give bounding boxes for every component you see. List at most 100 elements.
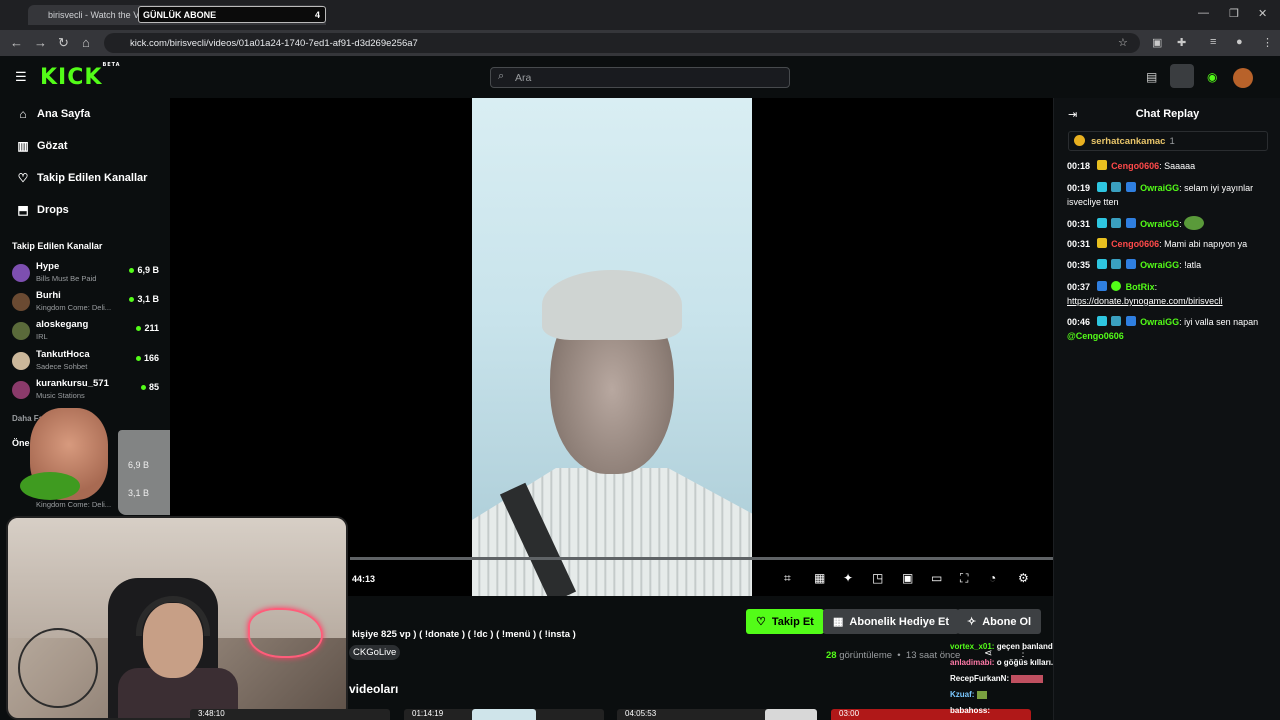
chat-message: 00:37 BotRix: https://donate.bynogame.co…: [1067, 280, 1272, 308]
status-icon[interactable]: ◉: [1207, 70, 1217, 84]
channel-item-tankuthoca[interactable]: TankutHoca Sadece Sohbet 166: [12, 348, 162, 374]
channel-category: Bills Must Be Paid: [36, 274, 97, 283]
channel-item-hype[interactable]: Hype Bills Must Be Paid 6,9 B: [12, 260, 162, 286]
extensions-icon[interactable]: ✚: [1177, 36, 1186, 49]
subscribe-label: Abone Ol: [982, 615, 1032, 628]
message-time: 00:46: [1067, 317, 1091, 327]
chat-message: 00:35 OwraiGG: !atla: [1067, 258, 1272, 272]
message-user[interactable]: OwraiGG: [1140, 219, 1179, 229]
channel-item-burhi[interactable]: Burhi Kingdom Come: Deli... 3,1 B: [12, 289, 162, 315]
donate-link[interactable]: https://donate.bynogame.com/birisvecli: [1067, 296, 1223, 306]
url-field[interactable]: kick.com/birisvecli/videos/01a01a24-1740…: [104, 33, 1140, 53]
channel-item-kurankursu[interactable]: kurankursu_571 Music Stations 85: [12, 377, 162, 403]
message-text: : !atla: [1179, 260, 1202, 270]
reload-icon[interactable]: ↻: [58, 35, 69, 51]
nav-drops[interactable]: ⬒ Drops: [14, 203, 68, 217]
channel-category: Music Stations: [36, 391, 85, 400]
message-user[interactable]: OwraiGG: [1140, 260, 1179, 270]
channel-name: kurankursu_571: [36, 378, 109, 389]
follow-button[interactable]: ♡ Takip Et: [746, 609, 824, 634]
chat-message: 00:19 OwraiGG: selam iyi yayınlar isvecl…: [1067, 181, 1272, 209]
crop-icon[interactable]: ⌗: [784, 571, 791, 586]
overlay-chat-line: anladimabi: o göğüs kılları...: [950, 658, 1058, 667]
overlay-chat-line: Kzuaf:: [950, 690, 987, 699]
channel-name: TankutHoca: [36, 349, 90, 360]
message-user[interactable]: BotRix: [1126, 282, 1155, 292]
stats-icon[interactable]: ▦: [814, 571, 825, 585]
theater-mode-icon[interactable]: ▭: [931, 571, 942, 585]
live-dot: [136, 326, 142, 332]
bookmark-star-icon[interactable]: ☆: [1118, 36, 1128, 49]
clips-icon[interactable]: ▤: [1146, 70, 1157, 84]
emote-sticker-cash: [20, 472, 80, 500]
settings-gear-icon[interactable]: ⚙: [1018, 571, 1029, 585]
channel-item-aloskegang[interactable]: aloskegang IRL 211: [12, 318, 162, 344]
thumb-duration: 3:48:10: [198, 709, 225, 718]
founder-badge-icon: [1125, 259, 1136, 269]
home-icon[interactable]: ⌂: [82, 35, 90, 50]
overlay-chat-user: babahoss:: [950, 706, 991, 715]
overlay-chat-user: anladimabi:: [950, 658, 995, 667]
profile-icon[interactable]: ●: [1236, 36, 1243, 48]
forward-icon[interactable]: →: [34, 35, 47, 50]
maximize-icon[interactable]: ❐: [1229, 7, 1239, 20]
nav-home[interactable]: ⌂ Ana Sayfa: [14, 107, 90, 121]
search-input[interactable]: ⌕ Ara: [490, 67, 790, 88]
kick-logo[interactable]: KICKBETA: [40, 62, 121, 90]
message-user[interactable]: OwraiGG: [1140, 183, 1179, 193]
fullscreen-icon[interactable]: ⛶: [960, 571, 968, 586]
founder-badge-icon: [1125, 218, 1136, 228]
playback-speed-icon[interactable]: ◔: [989, 571, 996, 585]
overlay-chat-user: RecepFurkanN:: [950, 674, 1010, 683]
sparkle-icon[interactable]: ✦: [843, 571, 853, 585]
subscribe-button[interactable]: ✧ Abone Ol: [957, 609, 1042, 634]
gift-sub-button[interactable]: ▦ Abonelik Hediye Et: [823, 609, 960, 634]
viewer-count-text: 3,1 B: [137, 294, 159, 304]
follow-label: Takip Et: [771, 615, 814, 628]
viewer-count: 85: [140, 382, 159, 392]
message-user[interactable]: OwraiGG: [1140, 317, 1179, 327]
menu-kebab-icon[interactable]: ⋮: [1262, 36, 1273, 49]
founder-badge-icon: [1096, 281, 1107, 291]
cast-icon[interactable]: ▣: [1152, 36, 1162, 49]
thumb-duration: 01:14:19: [412, 709, 444, 718]
clip-icon[interactable]: ▣: [902, 571, 913, 585]
drops-icon: ⬒: [17, 203, 29, 217]
views-count: 28: [826, 650, 837, 661]
verified-badge-icon: [1096, 218, 1107, 228]
reading-list-icon[interactable]: ≡: [1210, 36, 1216, 48]
video-thumbnail[interactable]: 3:48:10: [190, 709, 390, 720]
pinned-gifter[interactable]: serhatcankamac 1: [1068, 131, 1268, 151]
video-tag[interactable]: CKGoLive: [349, 645, 401, 660]
nav-browse[interactable]: ▥ Gözat: [14, 139, 68, 153]
video-thumbnail-image: [472, 709, 536, 720]
bot-badge-icon: [1111, 281, 1122, 291]
message-user[interactable]: Cengo0606: [1111, 161, 1159, 171]
video-progress-bar[interactable]: [350, 557, 1053, 560]
thumb-duration: 04:05:53: [625, 709, 657, 718]
hamburger-menu-icon[interactable]: ☰: [15, 69, 27, 85]
verified-badge-icon: [1096, 259, 1107, 269]
nav-label: Gözat: [37, 140, 68, 152]
glass-overlay: 6,9 B 3,1 B: [118, 430, 178, 515]
avatar: [12, 352, 30, 370]
overlay-chat-text: o göğüs kılları...: [996, 658, 1058, 667]
message-user[interactable]: Cengo0606: [1111, 239, 1159, 249]
viewer-count-text: 211: [144, 323, 159, 333]
overlay-chat-line: babahoss:: [950, 706, 990, 715]
close-icon[interactable]: ✕: [1258, 7, 1267, 20]
user-avatar[interactable]: [1233, 68, 1253, 88]
video-meta: 28 görüntüleme • 13 saat önce: [826, 650, 961, 661]
video-thumbnail[interactable]: 03:00: [831, 709, 1031, 720]
message-time: 00:18: [1067, 161, 1091, 171]
layout-toggle-button[interactable]: [1170, 64, 1194, 88]
verified-badge-icon: [1096, 316, 1107, 326]
mention[interactable]: @Cengo0606: [1067, 331, 1124, 341]
streamer-webcam: [6, 516, 348, 720]
viewer-count-text: 6,9 B: [137, 265, 159, 275]
minimize-icon[interactable]: —: [1198, 7, 1209, 19]
followed-channels-title: Takip Edilen Kanallar: [12, 241, 103, 251]
back-icon[interactable]: ←: [10, 35, 23, 50]
nav-following[interactable]: ♡ Takip Edilen Kanallar: [14, 171, 148, 185]
pip-icon[interactable]: ◳: [872, 571, 883, 585]
